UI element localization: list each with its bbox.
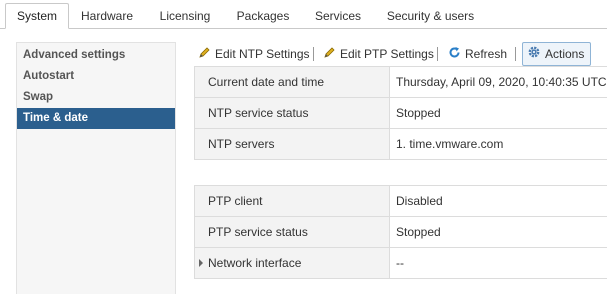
property-value: Stopped <box>396 225 441 239</box>
property-value: Disabled <box>396 194 443 208</box>
toolbar-separator <box>515 47 516 61</box>
property-name-expandable[interactable]: Network interface <box>195 248 390 278</box>
ptp-properties-table: PTP client Disabled PTP service status S… <box>194 185 607 279</box>
gear-icon <box>527 44 541 66</box>
sidebar: Advanced settings Autostart Swap Time & … <box>16 42 176 294</box>
table-row: NTP servers 1. time.vmware.com <box>195 129 607 160</box>
tab-bar: System Hardware Licensing Packages Servi… <box>0 0 607 29</box>
table-row: PTP client Disabled <box>195 186 607 217</box>
tab-packages[interactable]: Packages <box>232 4 294 28</box>
edit-ntp-label: Edit NTP Settings <box>215 47 310 61</box>
property-value: 1. time.vmware.com <box>396 137 504 151</box>
expand-arrow-icon[interactable] <box>199 259 203 267</box>
tab-system[interactable]: System <box>5 3 69 29</box>
ntp-properties-table: Current date and time Thursday, April 09… <box>194 66 607 160</box>
property-value: -- <box>396 256 404 270</box>
refresh-button[interactable]: Refresh <box>448 42 507 66</box>
toolbar-separator <box>313 47 314 61</box>
pencil-icon <box>323 43 336 67</box>
edit-ptp-settings-button[interactable]: Edit PTP Settings <box>323 42 434 66</box>
property-name: NTP servers <box>195 129 390 159</box>
actions-button[interactable]: Actions <box>522 42 592 66</box>
property-name-label: Network interface <box>208 256 302 270</box>
pencil-icon <box>198 43 211 67</box>
edit-ptp-label: Edit PTP Settings <box>340 47 434 61</box>
table-row: Current date and time Thursday, April 09… <box>195 67 607 98</box>
property-value: Thursday, April 09, 2020, 10:40:35 UTC <box>396 75 607 89</box>
table-row: NTP service status Stopped <box>195 98 607 129</box>
sidebar-item-autostart[interactable]: Autostart <box>17 66 175 87</box>
property-value: Stopped <box>396 106 441 120</box>
actions-label: Actions <box>545 47 585 61</box>
toolbar-separator <box>437 47 438 61</box>
sidebar-item-advanced-settings[interactable]: Advanced settings <box>17 45 175 66</box>
tab-services[interactable]: Services <box>308 4 368 28</box>
tab-licensing[interactable]: Licensing <box>153 4 217 28</box>
sidebar-item-swap[interactable]: Swap <box>17 87 175 108</box>
table-row: PTP service status Stopped <box>195 217 607 248</box>
refresh-label: Refresh <box>465 47 508 61</box>
table-row[interactable]: Network interface -- <box>195 248 607 279</box>
sidebar-item-time-date[interactable]: Time & date <box>17 108 175 129</box>
property-name: PTP service status <box>195 217 390 247</box>
property-name: Current date and time <box>195 67 390 97</box>
property-name: NTP service status <box>195 98 390 128</box>
refresh-icon <box>448 43 461 67</box>
tab-hardware[interactable]: Hardware <box>76 4 138 28</box>
edit-ntp-settings-button[interactable]: Edit NTP Settings <box>198 42 310 66</box>
property-name: PTP client <box>195 186 390 216</box>
tab-security-users[interactable]: Security & users <box>383 4 478 28</box>
